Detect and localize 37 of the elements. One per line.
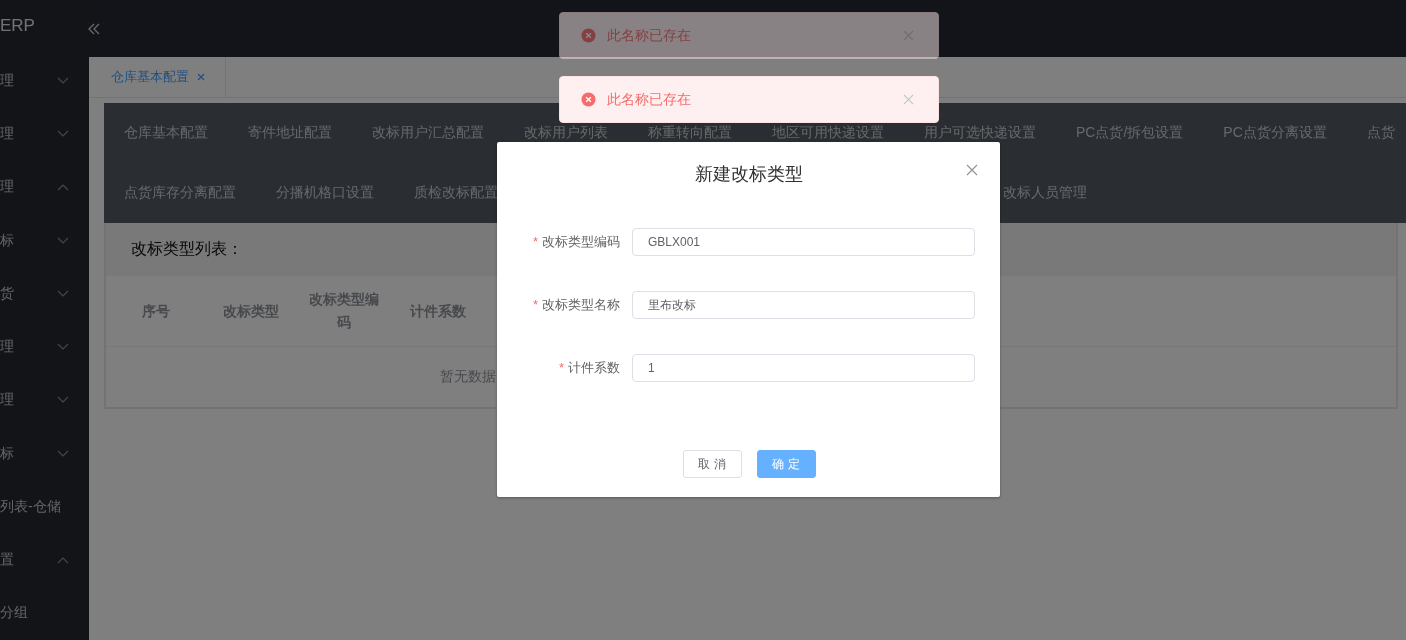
- chevron-icon: [57, 289, 69, 298]
- panel-title: 改标类型列表：: [131, 239, 243, 259]
- cancel-button[interactable]: 取 消: [682, 450, 742, 478]
- app-logo: ERP: [0, 15, 36, 37]
- field-label: 计件系数: [568, 360, 620, 375]
- toast-message: 此名称已存在: [607, 26, 692, 45]
- collapse-icon[interactable]: [88, 22, 100, 35]
- dialog-title: 新建改标类型: [694, 163, 803, 186]
- chevron-icon: [57, 556, 69, 565]
- chevron-icon: [57, 130, 69, 139]
- close-icon[interactable]: [197, 73, 205, 81]
- error-icon: [581, 28, 596, 43]
- chevron-icon: [57, 343, 69, 352]
- chevron-icon: [57, 396, 69, 405]
- toast-message: 此名称已存在: [607, 90, 692, 109]
- close-icon[interactable]: [903, 94, 914, 105]
- page-tab[interactable]: 仓库基本配置: [89, 57, 226, 97]
- chevron-icon: [57, 236, 69, 245]
- sidebar-item[interactable]: 列表-仓储: [0, 480, 89, 534]
- chevron-icon: [57, 183, 69, 192]
- confirm-button[interactable]: 确 定: [756, 450, 816, 478]
- field-label: 改标类型编码: [542, 234, 620, 249]
- sidebar-item[interactable]: 置: [0, 533, 89, 587]
- field-label: 改标类型名称: [542, 297, 620, 312]
- error-icon: [581, 92, 596, 107]
- input-field[interactable]: GBLX001: [632, 228, 975, 256]
- chevron-icon: [57, 449, 69, 458]
- input-field[interactable]: 里布改标: [632, 291, 975, 319]
- close-icon[interactable]: [966, 164, 978, 176]
- menu-item[interactable]: 称重转向配置: [628, 124, 752, 142]
- chevron-icon: [57, 76, 69, 85]
- required-mark: *: [532, 234, 538, 249]
- sidebar-item[interactable]: 分组: [0, 586, 89, 640]
- required-mark: *: [532, 297, 538, 312]
- sidebar-item[interactable]: 标: [0, 426, 89, 481]
- input-field[interactable]: 1: [632, 354, 975, 382]
- required-mark: *: [558, 360, 564, 375]
